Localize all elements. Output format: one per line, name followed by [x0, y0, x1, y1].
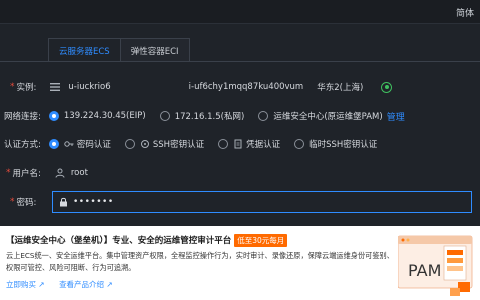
- radio[interactable]: [258, 111, 269, 121]
- radio[interactable]: [124, 139, 135, 149]
- lock-icon: [60, 197, 67, 207]
- network-option-pam[interactable]: 运维安全中心(原运维堡PAM): [258, 110, 383, 122]
- pam-illustration: PAM: [398, 235, 473, 296]
- banner-title: 【运维安全中心（堡垒机）】专业、安全的运维管控审计平台 低至30元每月: [6, 234, 288, 247]
- user-row: * 用户名: root: [6, 164, 88, 182]
- radio[interactable]: [294, 139, 305, 149]
- pam-promo-banner: 【运维安全中心（堡垒机）】专业、安全的运维管控审计平台 低至30元每月 云上ECS…: [0, 226, 480, 300]
- key-icon: [64, 141, 74, 147]
- banner-links: 立即购买 ↗ 查看产品介绍 ↗: [6, 279, 113, 290]
- user-icon: [55, 168, 65, 178]
- auth-option-credential[interactable]: 凭据认证: [218, 138, 280, 150]
- radio[interactable]: [218, 139, 229, 149]
- tab-ecs[interactable]: 云服务器ECS: [48, 38, 121, 62]
- required-mark: *: [10, 197, 15, 207]
- language-switch[interactable]: 简体: [456, 6, 474, 19]
- instance-row: * 实例: u-iuckrio6 i-uf6chy1mqq87ku400vum …: [10, 78, 393, 96]
- instance-label: 实例:: [16, 83, 37, 93]
- instance-id: i-uf6chy1mqq87ku400vum: [188, 82, 304, 92]
- network-option-eip[interactable]: 139.224.30.45(EIP): [48, 111, 146, 121]
- radio-selected[interactable]: [48, 139, 59, 149]
- document-icon: [234, 139, 242, 149]
- network-row: 网络连接: 139.224.30.45(EIP) 172.16.1.5(私网) …: [4, 107, 405, 125]
- status-ok-icon: [381, 81, 393, 93]
- tab-eci[interactable]: 弹性容器ECI: [120, 38, 190, 62]
- user-label: 用户名:: [12, 169, 41, 179]
- banner-description: 云上ECS统一、安全运维平台。集中管理资产权限，全程监控操作行为，实时审计、录像…: [6, 251, 394, 272]
- password-label: 密码:: [16, 198, 37, 208]
- password-row: * 密码:: [10, 193, 36, 211]
- password-input[interactable]: •••••••: [52, 191, 472, 213]
- required-mark: *: [10, 82, 15, 92]
- pam-label: PAM: [408, 261, 441, 280]
- required-mark: *: [6, 168, 11, 178]
- instance-name[interactable]: u-iuckrio6: [68, 82, 110, 92]
- top-bar: 简体: [0, 0, 480, 24]
- price-badge: 低至30元每月: [234, 234, 288, 247]
- radio-selected[interactable]: [48, 111, 59, 121]
- username-field[interactable]: root: [71, 168, 88, 178]
- product-intro-link[interactable]: 查看产品介绍 ↗: [59, 280, 113, 289]
- auth-option-temp-ssh[interactable]: 临时SSH密钥认证: [294, 138, 377, 150]
- connection-type-tabs: 云服务器ECS 弹性容器ECI: [48, 38, 190, 62]
- radio[interactable]: [159, 111, 170, 121]
- buy-now-link[interactable]: 立即购买 ↗: [6, 280, 45, 289]
- password-value: •••••••: [73, 197, 114, 207]
- ssh-key-icon: [140, 140, 149, 148]
- auth-option-password[interactable]: 密码认证: [48, 138, 111, 150]
- network-option-private[interactable]: 172.16.1.5(私网): [159, 110, 244, 122]
- tab-divider: [0, 61, 480, 62]
- auth-option-ssh[interactable]: SSH密钥认证: [124, 138, 204, 150]
- instance-region: 华东2(上海): [317, 83, 364, 93]
- auth-row: 认证方式: 密码认证 SSH密钥认证 凭据认证 临时SSH密钥认证: [4, 135, 377, 153]
- network-label: 网络连接:: [4, 112, 41, 122]
- manage-link[interactable]: 管理: [387, 110, 405, 123]
- auth-label: 认证方式:: [4, 140, 41, 150]
- instance-list-icon: [50, 83, 61, 91]
